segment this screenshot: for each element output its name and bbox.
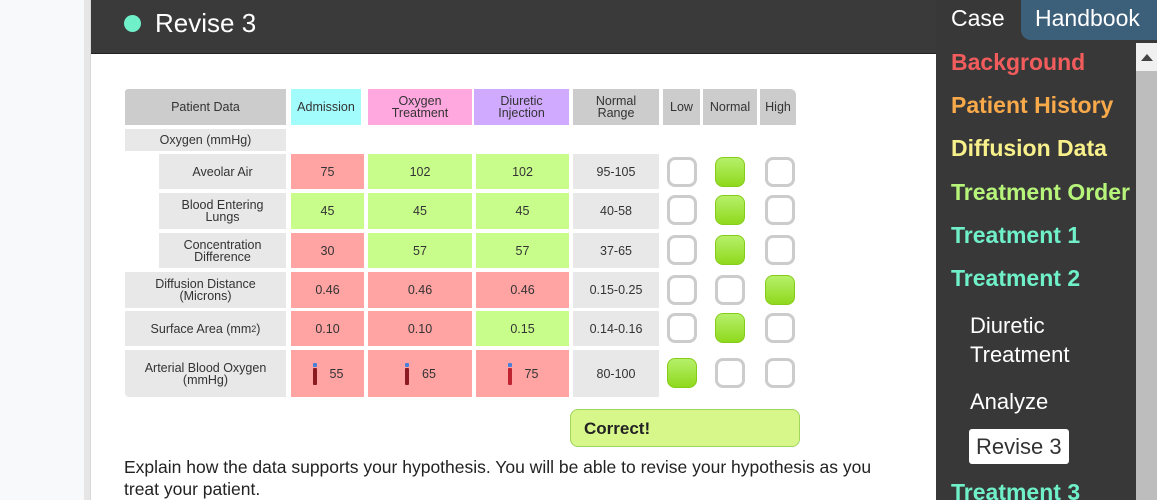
page-title: Revise 3 [155, 8, 257, 38]
feedback-correct-banner: Correct! [570, 409, 800, 447]
scroll-up-arrow-icon[interactable] [1136, 43, 1157, 71]
row-label-text: Surface Area (mm [150, 321, 252, 336]
cell-diuretic-injection: 102 [476, 154, 569, 189]
normal-checkbox[interactable] [715, 235, 745, 265]
sidebar-item-diffusion-data[interactable]: Diffusion Data [951, 134, 1107, 162]
cell-normal-range: 37-65 [573, 233, 659, 268]
cell-admission: 0.46 [291, 272, 364, 308]
cell-admission: 30 [291, 233, 364, 268]
cell-admission: 75 [291, 154, 364, 189]
low-checkbox[interactable] [667, 235, 697, 265]
cell-oxygen-treatment: 0.46 [368, 272, 472, 308]
cell-diuretic-injection: 45 [476, 193, 569, 229]
row-label-arterial-blood-oxygen: Arterial Blood Oxygen (mmHg) [125, 350, 286, 397]
cell-normal-range: 0.15-0.25 [573, 272, 659, 308]
sidebar-item-patient-history[interactable]: Patient History [951, 91, 1113, 119]
group-label-oxygen: Oxygen (mmHg) [125, 129, 286, 151]
cell-admission: 55 [291, 350, 364, 397]
normal-checkbox[interactable] [715, 275, 745, 305]
sidebar-subitem-analyze[interactable]: Analyze [970, 387, 1048, 416]
high-checkbox[interactable] [765, 275, 795, 305]
cell-oxygen-treatment: 102 [368, 154, 472, 189]
cell-diuretic-injection: 75 [476, 350, 569, 397]
sidebar-item-treatment-3[interactable]: Treatment 3 [951, 478, 1080, 500]
low-checkbox[interactable] [667, 195, 697, 225]
low-checkbox[interactable] [667, 313, 697, 343]
row-label-aveolar-air: Aveolar Air [159, 154, 286, 189]
row-label-surface-area: Surface Area (mm 2) [125, 311, 286, 346]
header-normal-range: Normal Range [573, 89, 659, 125]
cell-diuretic-injection: 57 [476, 233, 569, 268]
normal-checkbox[interactable] [715, 157, 745, 187]
row-label-end: ) [256, 321, 261, 336]
cell-oxygen-treatment: 0.10 [368, 311, 472, 346]
cell-oxygen-treatment: 57 [368, 233, 472, 268]
cell-normal-range: 95-105 [573, 154, 659, 189]
low-checkbox[interactable] [667, 157, 697, 187]
sidebar-item-treatment-2[interactable]: Treatment 2 [951, 264, 1080, 292]
cell-admission: 0.10 [291, 311, 364, 346]
sidebar-scrollbar[interactable] [1136, 43, 1157, 500]
tab-handbook[interactable]: Handbook [1021, 0, 1157, 40]
low-checkbox[interactable] [667, 275, 697, 305]
header-diuretic-injection: Diuretic Injection [474, 89, 569, 125]
sidebar-item-treatment-1[interactable]: Treatment 1 [951, 221, 1080, 249]
normal-checkbox[interactable] [715, 195, 745, 225]
high-checkbox[interactable] [765, 235, 795, 265]
high-checkbox[interactable] [765, 157, 795, 187]
cell-diuretic-injection: 0.46 [476, 272, 569, 308]
header-admission: Admission [291, 89, 361, 125]
cell-normal-range: 0.14-0.16 [573, 311, 659, 346]
row-label-concentration-difference: Concentration Difference [159, 233, 286, 268]
row-label-blood-entering-lungs: Blood Entering Lungs [159, 193, 286, 229]
high-checkbox[interactable] [765, 313, 795, 343]
normal-checkbox[interactable] [715, 313, 745, 343]
low-checkbox[interactable] [667, 358, 697, 388]
sidebar-item-treatment-order[interactable]: Treatment Order [951, 178, 1130, 206]
sidebar-subitem-diuretic-treatment[interactable]: Diuretic Treatment [970, 311, 1080, 369]
row-label-diffusion-distance: Diffusion Distance (Microns) [125, 272, 286, 308]
cell-value: 75 [524, 366, 539, 381]
header-normal: Normal [703, 89, 757, 125]
cell-oxygen-treatment: 65 [368, 350, 472, 397]
cell-admission: 45 [291, 193, 364, 229]
high-checkbox[interactable] [765, 358, 795, 388]
status-dot-icon [124, 15, 141, 32]
blood-tube-icon [404, 362, 410, 385]
header-high: High [760, 89, 796, 125]
header-patient-data: Patient Data [125, 89, 286, 125]
cell-value: 55 [329, 366, 344, 381]
sidebar-subitem-revise-3[interactable]: Revise 3 [969, 429, 1069, 464]
blood-tube-icon [312, 362, 318, 385]
high-checkbox[interactable] [765, 195, 795, 225]
tab-case[interactable]: Case [938, 0, 1020, 40]
cell-oxygen-treatment: 45 [368, 193, 472, 229]
header-oxygen-treatment: Oxygen Treatment [368, 89, 472, 125]
sidebar: Case Handbook Background Patient History… [936, 0, 1157, 500]
cell-normal-range: 40-58 [573, 193, 659, 229]
page-header: Revise 3 [91, 0, 936, 54]
prompt-text: Explain how the data supports your hypot… [124, 457, 872, 499]
page-gutter [84, 0, 91, 500]
cell-value: 65 [422, 366, 436, 381]
cell-diuretic-injection: 0.15 [476, 311, 569, 346]
header-low: Low [663, 89, 700, 125]
normal-checkbox[interactable] [715, 358, 745, 388]
main-panel: Revise 3 Patient Data Admission Oxygen T… [91, 0, 936, 500]
blood-tube-icon [507, 362, 513, 385]
cell-normal-range: 80-100 [573, 350, 659, 397]
sidebar-item-background[interactable]: Background [951, 48, 1085, 76]
